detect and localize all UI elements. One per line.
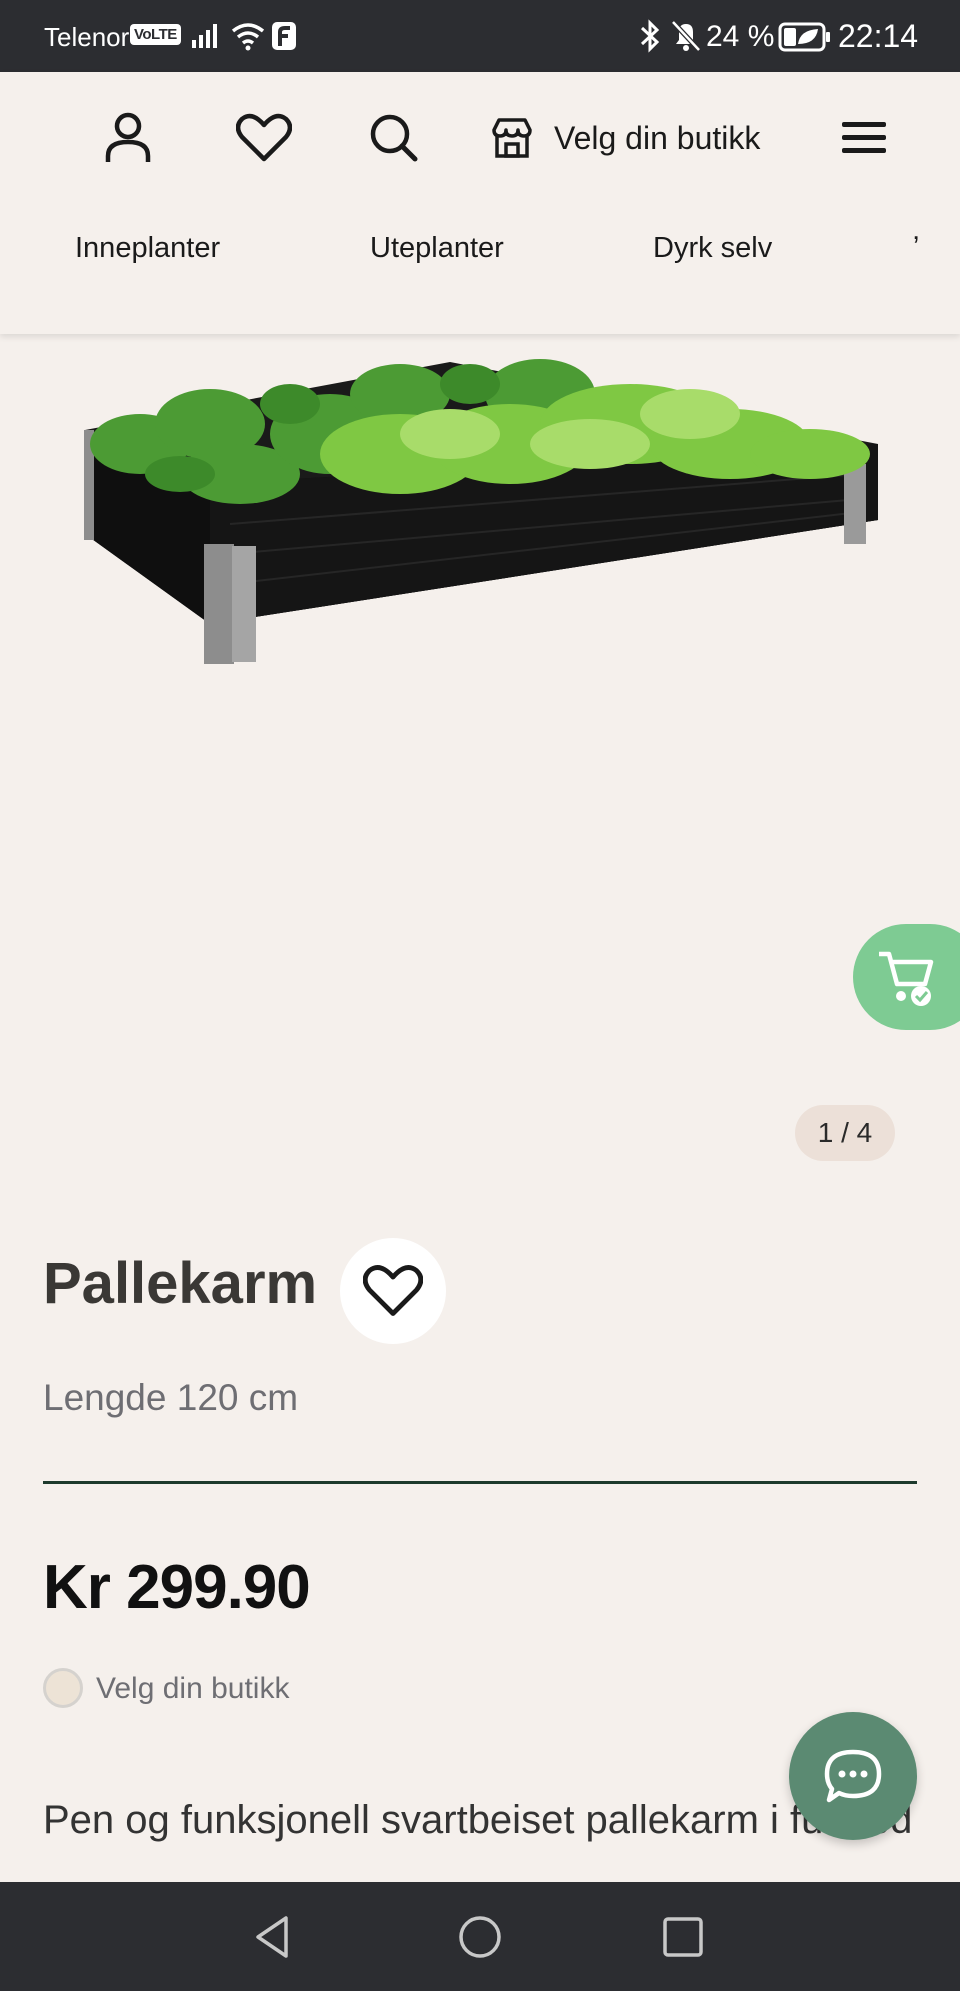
search-icon [370, 114, 418, 162]
category-next-partial[interactable]: ʼ [913, 232, 919, 265]
divider [43, 1481, 917, 1484]
signal-icon [192, 24, 217, 48]
recents-icon[interactable] [658, 1912, 708, 1962]
store-icon [492, 118, 532, 158]
category-nav: Inneplanter Uteplanter Dyrk selv ʼ [0, 222, 960, 282]
site-header: Velg din butikk Inneplanter Uteplanter D… [0, 72, 960, 334]
wishlist-button[interactable] [234, 108, 294, 168]
cart-check-icon [879, 951, 934, 1006]
carrier-name: Telenor [44, 22, 130, 52]
account-button[interactable] [98, 108, 158, 168]
menu-icon [842, 122, 886, 153]
app-notification-icon [272, 22, 296, 50]
search-button[interactable] [364, 108, 424, 168]
product-price: Kr 299.90 [43, 1553, 311, 1622]
back-icon[interactable] [250, 1912, 300, 1962]
menu-button[interactable] [834, 108, 894, 168]
system-nav-bar [0, 1882, 960, 1991]
product-subtitle: Lengde 120 cm [43, 1377, 299, 1418]
product-gallery[interactable] [0, 334, 960, 1164]
volte-badge: VoLTE [130, 24, 181, 45]
store-selector-label: Velg din butikk [554, 119, 761, 156]
category-dyrk-selv[interactable]: Dyrk selv [653, 232, 772, 265]
status-bar: Telenor VoLTE 24 % 22:14 [0, 0, 960, 72]
category-uteplanter[interactable]: Uteplanter [370, 232, 504, 265]
store-selector-button[interactable]: Velg din butikk [490, 108, 760, 168]
battery-percentage: 24 % [706, 20, 775, 53]
product-image [84, 359, 878, 664]
cart-button[interactable] [853, 924, 960, 1030]
heart-icon [363, 1265, 423, 1316]
category-inneplanter[interactable]: Inneplanter [75, 232, 220, 265]
user-icon [105, 112, 151, 162]
bluetooth-icon [640, 19, 660, 53]
wifi-icon [231, 23, 265, 51]
product-title: Pallekarm [43, 1251, 318, 1316]
home-icon[interactable] [455, 1912, 505, 1962]
store-select-radio[interactable] [43, 1668, 83, 1708]
battery-icon [778, 22, 830, 52]
bell-muted-icon [671, 20, 701, 52]
heart-icon [236, 113, 292, 162]
gallery-counter: 1 / 4 [795, 1105, 895, 1161]
chat-button[interactable] [789, 1712, 917, 1840]
chat-icon [824, 1749, 882, 1803]
favorite-button[interactable] [340, 1238, 446, 1344]
clock: 22:14 [838, 18, 919, 54]
store-select-label[interactable]: Velg din butikk [96, 1672, 289, 1706]
product-description: Pen og funksjonell svartbeiset pallekarm… [43, 1798, 923, 1842]
